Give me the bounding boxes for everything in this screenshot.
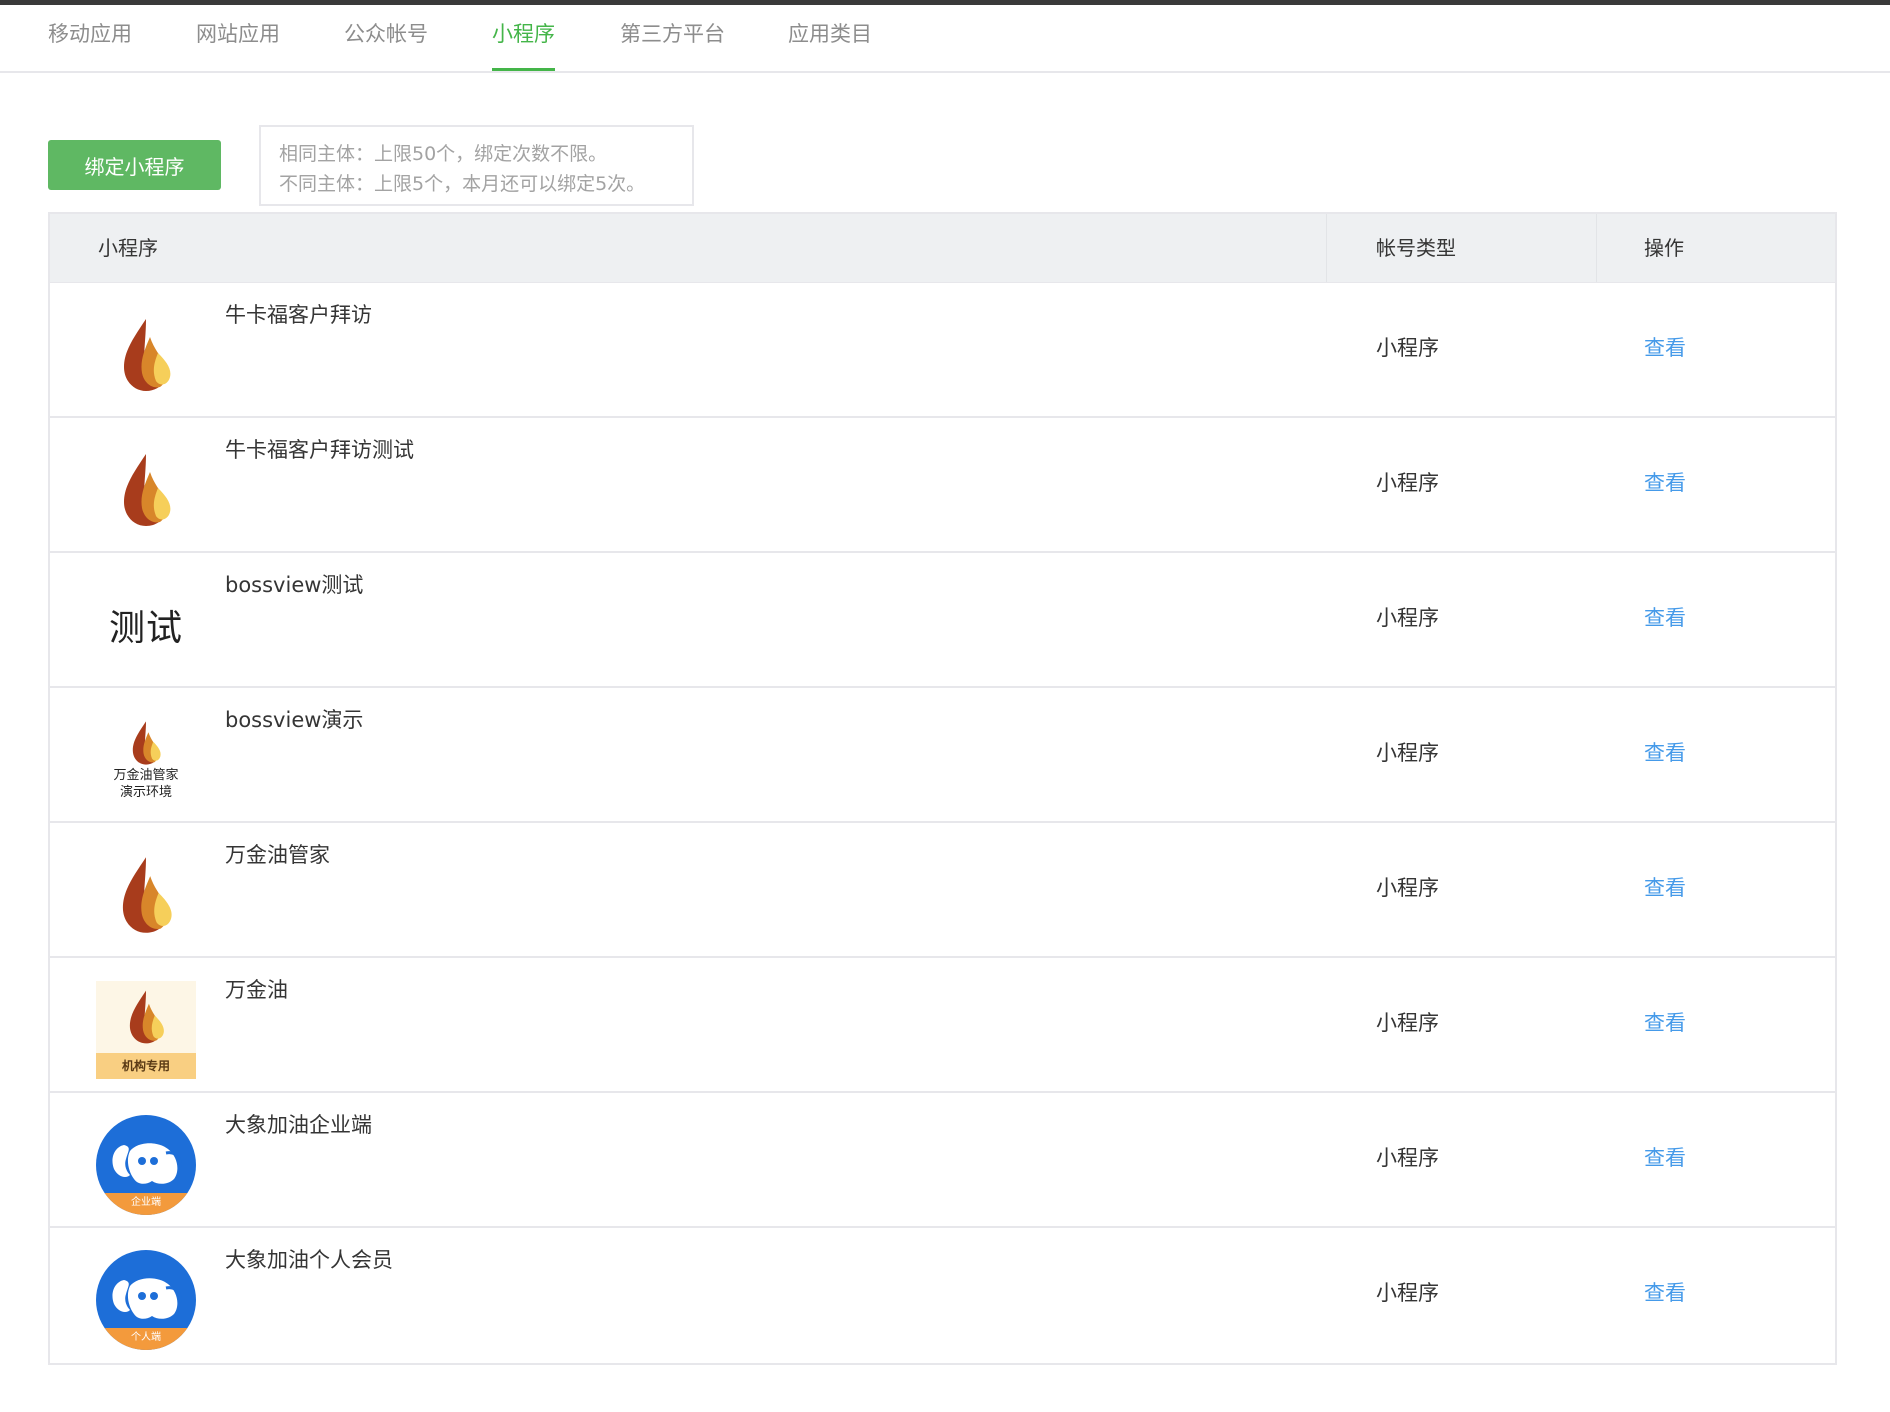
account-type: 小程序 [1376,336,1439,360]
logo-caption: 个人端 [96,1328,196,1350]
table-row: 牛卡福客户拜访测试 小程序 查看 [50,418,1835,553]
account-type: 小程序 [1376,876,1439,900]
header-mini-program: 小程序 [98,236,158,260]
mini-program-table: 小程序 帐号类型 操作 牛卡福客户拜访 小程序 查看 牛卡福客户拜访测试 小程序 [48,212,1837,1365]
table-header: 小程序 帐号类型 操作 [50,214,1835,283]
view-link[interactable]: 查看 [1644,333,1686,363]
app-logo [96,440,196,540]
app-name: bossview演示 [225,708,364,732]
app-name: 大象加油个人会员 [225,1248,393,1272]
logo-caption: 万金油管家 [113,768,179,783]
notice-same-entity: 相同主体：上限50个，绑定次数不限。 [279,143,608,165]
account-type: 小程序 [1376,1011,1439,1035]
app-name: bossview测试 [225,573,364,597]
app-logo: 个人端 [96,1250,196,1350]
table-row: 个人端 大象加油个人会员 小程序 查看 [50,1228,1835,1363]
view-link[interactable]: 查看 [1644,873,1686,903]
text-logo-icon: 测试 [108,608,183,649]
account-type: 小程序 [1376,471,1439,495]
header-account-type: 帐号类型 [1376,236,1456,260]
notice-different-entity: 不同主体：上限5个，本月还可以绑定5次。 [279,173,646,195]
table-row: 测试 bossview测试 小程序 查看 [50,553,1835,688]
table-row: 企业端 大象加油企业端 小程序 查看 [50,1093,1835,1228]
account-type: 小程序 [1376,741,1439,765]
bind-mini-program-button[interactable]: 绑定小程序 [48,140,221,190]
view-link[interactable]: 查看 [1644,738,1686,768]
category-tabs: 移动应用 网站应用 公众帐号 小程序 第三方平台 应用类目 [0,5,1890,73]
account-type: 小程序 [1376,606,1439,630]
tab-third-party-platform[interactable]: 第三方平台 [620,19,725,71]
tab-web-apps[interactable]: 网站应用 [196,19,280,71]
tab-mini-programs[interactable]: 小程序 [492,19,555,71]
table-row: 万金油管家 演示环境 bossview演示 小程序 查看 [50,688,1835,823]
header-divider [1326,214,1327,282]
table-row: 万金油管家 小程序 查看 [50,823,1835,958]
tab-official-accounts[interactable]: 公众帐号 [344,19,428,71]
logo-caption: 演示环境 [119,785,172,800]
app-name: 牛卡福客户拜访测试 [225,438,414,462]
view-link[interactable]: 查看 [1644,1008,1686,1038]
view-link[interactable]: 查看 [1644,1143,1686,1173]
org-logo: 机构专用 [96,981,196,1079]
tab-mobile-apps[interactable]: 移动应用 [48,19,132,71]
table-row: 机构专用 万金油 小程序 查看 [50,958,1835,1093]
view-link[interactable]: 查看 [1644,1278,1686,1308]
tab-app-categories[interactable]: 应用类目 [788,19,872,71]
elephant-logo: 企业端 [96,1115,196,1215]
app-logo [96,305,196,405]
flame-icon [122,857,172,933]
app-name: 万金油 [225,978,288,1002]
app-logo: 机构专用 [96,980,196,1080]
account-type: 小程序 [1376,1281,1439,1305]
flame-icon [124,454,171,526]
app-logo: 测试 [96,575,196,675]
elephant-logo: 个人端 [96,1250,196,1350]
table-row: 牛卡福客户拜访 小程序 查看 [50,283,1835,418]
flame-caption-logo: 万金油管家 演示环境 [113,719,179,801]
app-name: 牛卡福客户拜访 [225,303,372,327]
logo-caption: 企业端 [96,1193,196,1215]
app-logo [96,845,196,945]
header-divider [1596,214,1597,282]
flame-icon [124,319,171,391]
header-actions: 操作 [1644,236,1684,260]
app-logo: 企业端 [96,1115,196,1215]
view-link[interactable]: 查看 [1644,603,1686,633]
app-name: 大象加油企业端 [225,1113,372,1137]
account-type: 小程序 [1376,1146,1439,1170]
binding-limit-notice: 相同主体：上限50个，绑定次数不限。 不同主体：上限5个，本月还可以绑定5次。 [259,125,694,206]
app-logo: 万金油管家 演示环境 [96,710,196,810]
flame-icon [129,990,164,1044]
view-link[interactable]: 查看 [1644,468,1686,498]
logo-caption: 机构专用 [96,1053,196,1079]
flame-icon [132,721,161,765]
app-name: 万金油管家 [225,843,330,867]
